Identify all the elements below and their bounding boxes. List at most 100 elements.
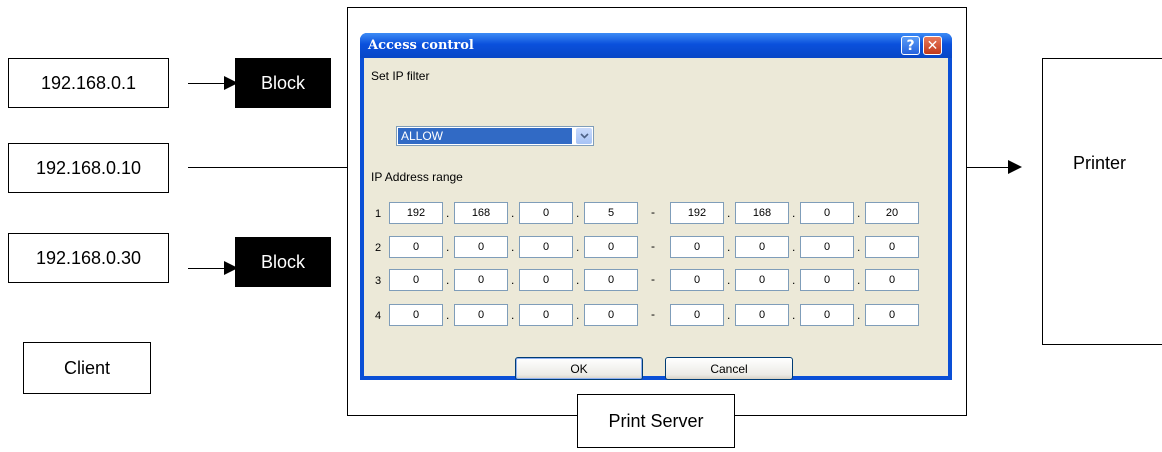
ip-to-octet-1[interactable]: 192	[670, 202, 724, 224]
client-caption-box: Client	[23, 342, 151, 394]
client-caption: Client	[63, 357, 111, 378]
octet-separator: .	[792, 240, 796, 254]
octet-separator: .	[511, 308, 515, 322]
filter-select-value: ALLOW	[398, 128, 572, 144]
range-separator: -	[651, 272, 655, 286]
connector-line-3	[188, 268, 228, 269]
filter-select[interactable]: ALLOW	[396, 126, 594, 146]
ip-from-octet-3[interactable]: 0	[519, 236, 573, 258]
ip-to-octet-4[interactable]: 0	[865, 304, 919, 326]
block-box-2: Block	[235, 237, 331, 287]
octet-separator: .	[792, 308, 796, 322]
ip-from-octet-2[interactable]: 0	[454, 236, 508, 258]
ip-from-octet-4[interactable]: 5	[584, 202, 638, 224]
octet-separator: .	[792, 206, 796, 220]
octet-separator: .	[511, 273, 515, 287]
row-number: 3	[375, 275, 382, 287]
octet-separator: .	[576, 206, 580, 220]
ip-from-octet-1[interactable]: 0	[389, 269, 443, 291]
close-button[interactable]: ✕	[923, 36, 942, 55]
chevron-down-icon[interactable]	[576, 128, 592, 144]
octet-separator: .	[857, 240, 861, 254]
dialog-body: Set IP filter ALLOW IP Address range 1 1…	[364, 58, 948, 380]
octet-separator: .	[446, 308, 450, 322]
client-ip-box-3: 192.168.0.30	[8, 233, 169, 283]
ip-to-octet-3[interactable]: 0	[800, 236, 854, 258]
printer-label: Printer	[1073, 153, 1127, 173]
row-number: 2	[375, 242, 382, 254]
row-number: 1	[375, 208, 382, 220]
range-separator: -	[651, 205, 655, 219]
connector-line-1	[188, 83, 228, 84]
client-ip-box-1: 192.168.0.1	[8, 58, 169, 108]
connector-line-printer	[967, 167, 1011, 168]
octet-separator: .	[792, 273, 796, 287]
octet-separator: .	[576, 273, 580, 287]
dialog-titlebar[interactable]: Access control ? ✕	[360, 33, 952, 58]
octet-separator: .	[727, 308, 731, 322]
ip-to-octet-3[interactable]: 0	[800, 269, 854, 291]
octet-separator: .	[446, 240, 450, 254]
ip-from-octet-3[interactable]: 0	[519, 304, 573, 326]
octet-separator: .	[511, 206, 515, 220]
octet-separator: .	[446, 206, 450, 220]
ip-to-octet-3[interactable]: 0	[800, 202, 854, 224]
range-separator: -	[651, 239, 655, 253]
connector-line-2	[188, 167, 348, 168]
arrow-icon	[1008, 160, 1022, 174]
octet-separator: .	[576, 240, 580, 254]
print-server-box: Print Server	[577, 394, 735, 448]
ip-to-octet-4[interactable]: 0	[865, 236, 919, 258]
ip-to-octet-1[interactable]: 0	[670, 269, 724, 291]
client-ip-box-2: 192.168.0.10	[8, 143, 169, 193]
help-icon: ?	[906, 37, 915, 54]
ip-to-octet-2[interactable]: 0	[735, 236, 789, 258]
ip-to-octet-2[interactable]: 0	[735, 269, 789, 291]
ip-from-octet-2[interactable]: 0	[454, 304, 508, 326]
ip-from-octet-1[interactable]: 0	[389, 304, 443, 326]
ip-from-octet-2[interactable]: 168	[454, 202, 508, 224]
range-separator: -	[651, 307, 655, 321]
block-label: Block	[260, 72, 305, 93]
ip-from-octet-3[interactable]: 0	[519, 202, 573, 224]
close-icon: ✕	[926, 37, 939, 54]
ip-from-octet-3[interactable]: 0	[519, 269, 573, 291]
octet-separator: .	[857, 273, 861, 287]
cancel-button[interactable]: Cancel	[665, 357, 793, 380]
octet-separator: .	[857, 308, 861, 322]
ip-from-octet-1[interactable]: 192	[389, 202, 443, 224]
row-number: 4	[375, 310, 382, 322]
dialog-title: Access control	[368, 38, 474, 53]
client-ip-label: 192.168.0.10	[35, 157, 142, 178]
ip-from-octet-4[interactable]: 0	[584, 269, 638, 291]
ip-to-octet-1[interactable]: 0	[670, 236, 724, 258]
ip-from-octet-2[interactable]: 0	[454, 269, 508, 291]
octet-separator: .	[857, 206, 861, 220]
octet-separator: .	[576, 308, 580, 322]
octet-separator: .	[511, 240, 515, 254]
ip-to-octet-2[interactable]: 0	[735, 304, 789, 326]
ip-from-octet-1[interactable]: 0	[389, 236, 443, 258]
block-box-1: Block	[235, 58, 331, 108]
printer-box: Printer	[1042, 58, 1162, 345]
ip-to-octet-4[interactable]: 0	[865, 269, 919, 291]
print-server-label: Print Server	[608, 410, 704, 431]
client-ip-label: 192.168.0.30	[35, 247, 142, 268]
octet-separator: .	[446, 273, 450, 287]
ip-from-octet-4[interactable]: 0	[584, 236, 638, 258]
client-ip-label: 192.168.0.1	[40, 72, 137, 93]
ok-button[interactable]: OK	[515, 357, 643, 380]
range-label: IP Address range	[371, 170, 463, 184]
ip-from-octet-4[interactable]: 0	[584, 304, 638, 326]
help-button[interactable]: ?	[901, 36, 920, 55]
ip-to-octet-3[interactable]: 0	[800, 304, 854, 326]
access-control-dialog: Access control ? ✕ Set IP filter ALLOW I…	[360, 33, 952, 380]
ip-to-octet-2[interactable]: 168	[735, 202, 789, 224]
octet-separator: .	[727, 240, 731, 254]
octet-separator: .	[727, 273, 731, 287]
octet-separator: .	[727, 206, 731, 220]
ip-to-octet-1[interactable]: 0	[670, 304, 724, 326]
block-label: Block	[260, 251, 305, 272]
filter-label: Set IP filter	[371, 69, 430, 83]
ip-to-octet-4[interactable]: 20	[865, 202, 919, 224]
